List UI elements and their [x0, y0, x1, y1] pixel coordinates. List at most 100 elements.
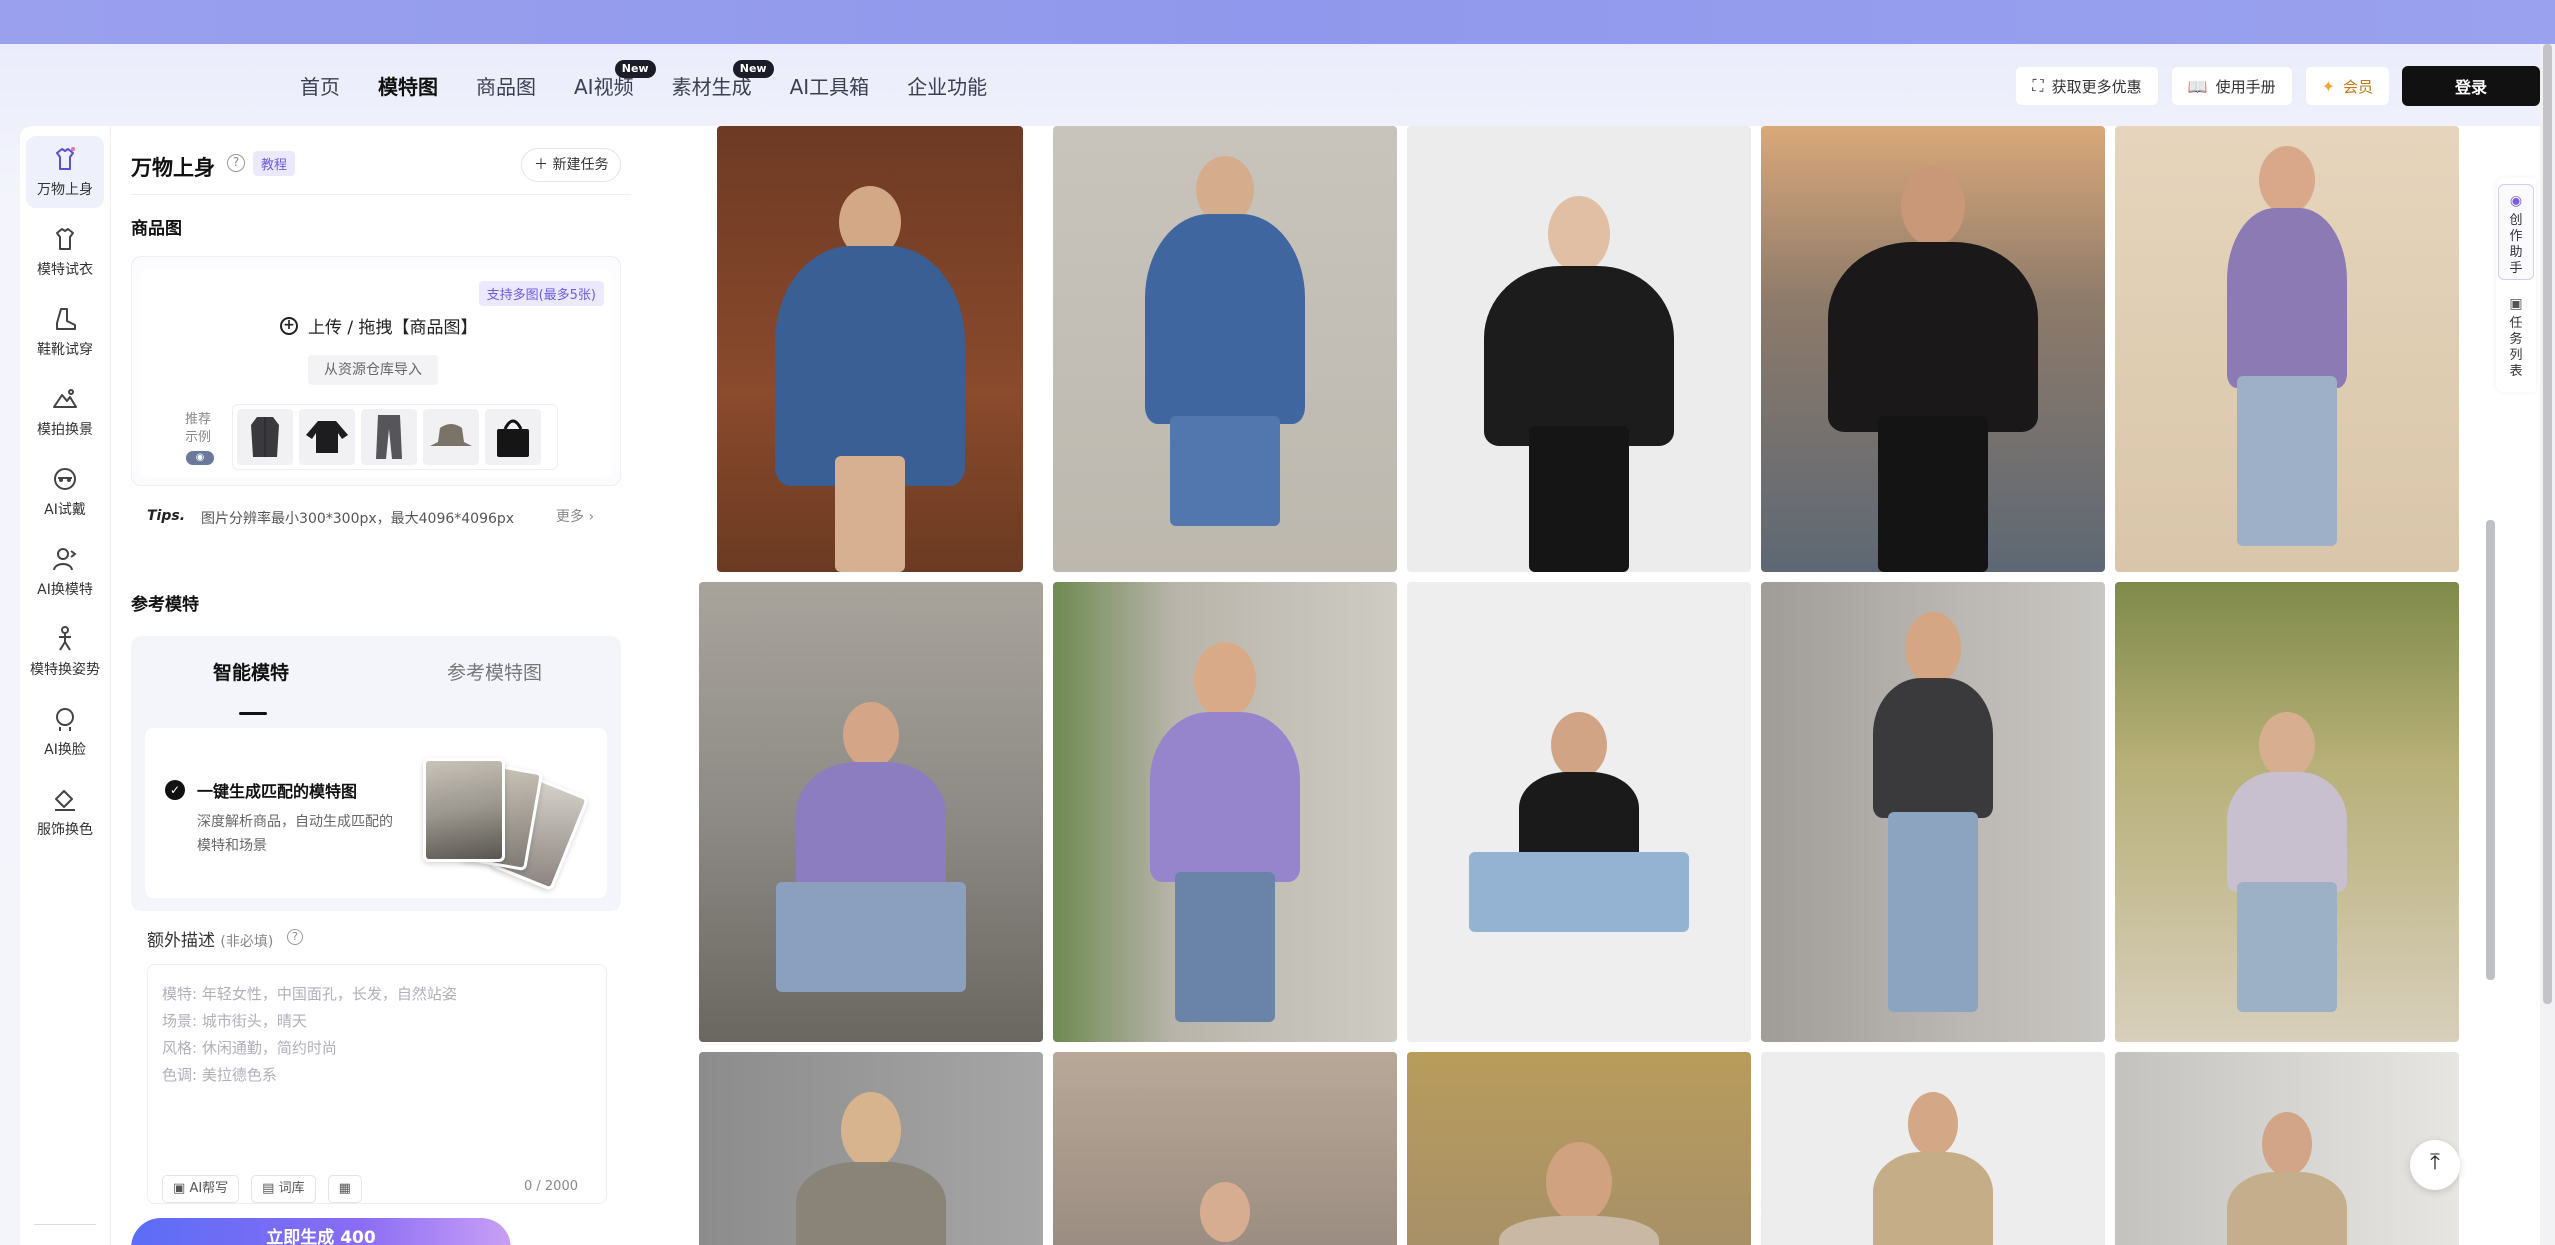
tab-reference-model[interactable]: 参考模特图: [447, 658, 542, 685]
paint-bucket-icon: [50, 785, 80, 813]
import-from-library-button[interactable]: 从资源仓库导入: [308, 355, 438, 385]
gallery-image[interactable]: [2115, 1052, 2459, 1245]
manual-button[interactable]: 📖 使用手册: [2170, 66, 2293, 106]
nav-item-ai-video[interactable]: AI视频 New: [574, 60, 656, 102]
rail-label: 模拍换景: [37, 422, 93, 438]
gallery-image: [1548, 196, 1610, 272]
rail-item-model-tryon[interactable]: 模特试衣: [20, 216, 110, 288]
config-panel: 万物上身 ? 教程 ＋ 新建任务 商品图 支持多图(最多5张) + 上传 / 拖…: [110, 126, 655, 1245]
face-swap-icon: [50, 705, 80, 733]
gallery-image[interactable]: [1761, 126, 2105, 572]
sample-hat[interactable]: [423, 409, 479, 465]
multi-image-tag: 支持多图(最多5张): [478, 281, 604, 306]
task-list-button[interactable]: ▣ 任务列表: [2496, 296, 2536, 388]
pose-icon: [50, 625, 80, 653]
tutorial-tag[interactable]: 教程: [253, 151, 296, 176]
sample-coat[interactable]: [237, 409, 293, 465]
sample-pants[interactable]: [361, 409, 417, 465]
extra-placeholder: 模特: 年轻女性，中国面孔，长发，自然站姿 场景: 城市街头，晴天 风格: 休闲…: [162, 981, 457, 1089]
assistant-button[interactable]: ◉ 创作助手: [2498, 184, 2534, 280]
gallery-image: [1145, 214, 1305, 424]
gallery-image: [1150, 712, 1300, 882]
upload-dropzone[interactable]: 支持多图(最多5张) + 上传 / 拖拽【商品图】 从资源仓库导入 推荐示例 ◉: [140, 269, 612, 477]
rail-item-wanwu[interactable]: 万物上身: [26, 136, 104, 208]
gallery-image[interactable]: [1407, 126, 1751, 572]
model-tabs-panel: 智能模特 参考模特图 ✓ 一键生成匹配的模特图 深度解析商品，自动生成匹配的模特…: [131, 636, 621, 911]
vip-button[interactable]: ✦ 会员: [2304, 66, 2390, 106]
extra-desc-heading: 额外描述 (非必填): [147, 926, 273, 951]
side-tools: ◉ 创作助手 ▣ 任务列表: [2496, 178, 2536, 392]
tool-rail: 万物上身 模特试衣 鞋靴试穿 模拍换景 AI试戴 AI换模特 模特换姿势 AI换…: [20, 126, 110, 1245]
gallery-image[interactable]: [1053, 126, 1397, 572]
nav-label: AI视频: [574, 75, 634, 99]
gallery-image: [843, 702, 899, 768]
robot-icon: ◉: [2509, 193, 2523, 209]
rail-item-scene-swap[interactable]: 模拍换景: [20, 376, 110, 448]
nav-item-material[interactable]: 素材生成 New: [672, 60, 774, 102]
extra-desc-textarea[interactable]: 模特: 年轻女性，中国面孔，长发，自然站姿 场景: 城市街头，晴天 风格: 休闲…: [147, 964, 607, 1204]
auto-model-option[interactable]: ✓ 一键生成匹配的模特图 深度解析商品，自动生成匹配的模特和场景: [145, 728, 607, 898]
placeholder-line: 模特: 年轻女性，中国面孔，长发，自然站姿: [162, 985, 457, 1003]
deals-button[interactable]: ⛶ 获取更多优惠: [2015, 66, 2159, 106]
rail-item-recolor[interactable]: 服饰换色: [20, 776, 110, 848]
upload-button[interactable]: + 上传 / 拖拽【商品图】: [280, 313, 478, 338]
gallery-image[interactable]: [717, 126, 1023, 572]
gallery-image[interactable]: [1761, 1052, 2105, 1245]
tab-smart-model[interactable]: 智能模特: [213, 658, 289, 685]
save-button[interactable]: ▦: [327, 1175, 362, 1203]
nav-item-enterprise[interactable]: 企业功能: [907, 72, 987, 102]
eye-icon[interactable]: ◉: [186, 451, 214, 465]
nav-item-ai-toolbox[interactable]: AI工具箱: [790, 72, 870, 102]
rail-item-pose-swap[interactable]: 模特换姿势: [20, 616, 110, 688]
help-icon[interactable]: ?: [287, 929, 303, 945]
gallery-image: [1519, 772, 1639, 862]
nav-item-product-image[interactable]: 商品图: [476, 72, 536, 102]
nav-item-home[interactable]: 首页: [300, 72, 340, 102]
gallery-image[interactable]: [1407, 1052, 1751, 1245]
window-scrollbar-thumb[interactable]: [2543, 44, 2552, 1004]
gallery-scrollbar[interactable]: [2486, 520, 2495, 980]
ai-write-button[interactable]: ▣ AI帮写: [162, 1175, 240, 1203]
gallery-image[interactable]: [699, 1052, 1043, 1245]
new-task-button[interactable]: ＋ 新建任务: [521, 148, 622, 182]
gallery-image: [1878, 416, 1988, 572]
rail-label: 模特换姿势: [30, 662, 100, 678]
sample-jacket[interactable]: [299, 409, 355, 465]
rail-item-face-swap[interactable]: AI换脸: [20, 696, 110, 768]
rail-item-model-swap[interactable]: AI换模特: [20, 536, 110, 608]
shirt-sparkle-icon: [50, 145, 80, 173]
deals-label: 获取更多优惠: [2051, 77, 2142, 96]
gallery-image[interactable]: [1761, 582, 2105, 1042]
image-icon: ▣: [2509, 296, 2523, 312]
gallery-image: [2227, 208, 2347, 388]
gallery-image[interactable]: [699, 582, 1043, 1042]
help-icon[interactable]: ?: [227, 154, 245, 172]
gallery-image: [2227, 772, 2347, 892]
sample-bag[interactable]: [485, 409, 541, 465]
lexicon-button[interactable]: ▤ 词库: [251, 1175, 316, 1203]
gallery-image[interactable]: [2115, 126, 2459, 572]
gallery-image[interactable]: [1053, 1052, 1397, 1245]
nav-item-model-image[interactable]: 模特图: [378, 72, 438, 102]
image-icon: ▣: [173, 1181, 186, 1196]
login-button[interactable]: 登录: [2402, 66, 2540, 106]
back-to-top-button[interactable]: ⤒: [2410, 1140, 2460, 1190]
example-gallery: [655, 126, 2540, 1245]
more-link[interactable]: 更多 ›: [556, 506, 594, 526]
generate-button[interactable]: 立即生成 400: [131, 1218, 511, 1245]
gallery-image: [1551, 712, 1607, 778]
rail-divider: [34, 1224, 96, 1225]
rail-label: 服饰换色: [37, 822, 93, 838]
gallery-image[interactable]: [2115, 582, 2459, 1042]
nav-label: 商品图: [476, 75, 536, 99]
gallery-image[interactable]: [1053, 582, 1397, 1042]
gallery-image: [1484, 266, 1674, 446]
model-section-heading: 参考模特: [131, 590, 199, 617]
product-upload-area: 支持多图(最多5张) + 上传 / 拖拽【商品图】 从资源仓库导入 推荐示例 ◉: [131, 256, 621, 486]
rail-item-ai-wear[interactable]: AI试戴: [20, 456, 110, 528]
auto-model-desc: 深度解析商品，自动生成匹配的模特和场景: [197, 814, 393, 854]
gallery-image: [1175, 872, 1275, 1022]
book-icon: 📖: [2187, 76, 2208, 96]
rail-item-shoe-tryon[interactable]: 鞋靴试穿: [20, 296, 110, 368]
gallery-image[interactable]: [1407, 582, 1751, 1042]
